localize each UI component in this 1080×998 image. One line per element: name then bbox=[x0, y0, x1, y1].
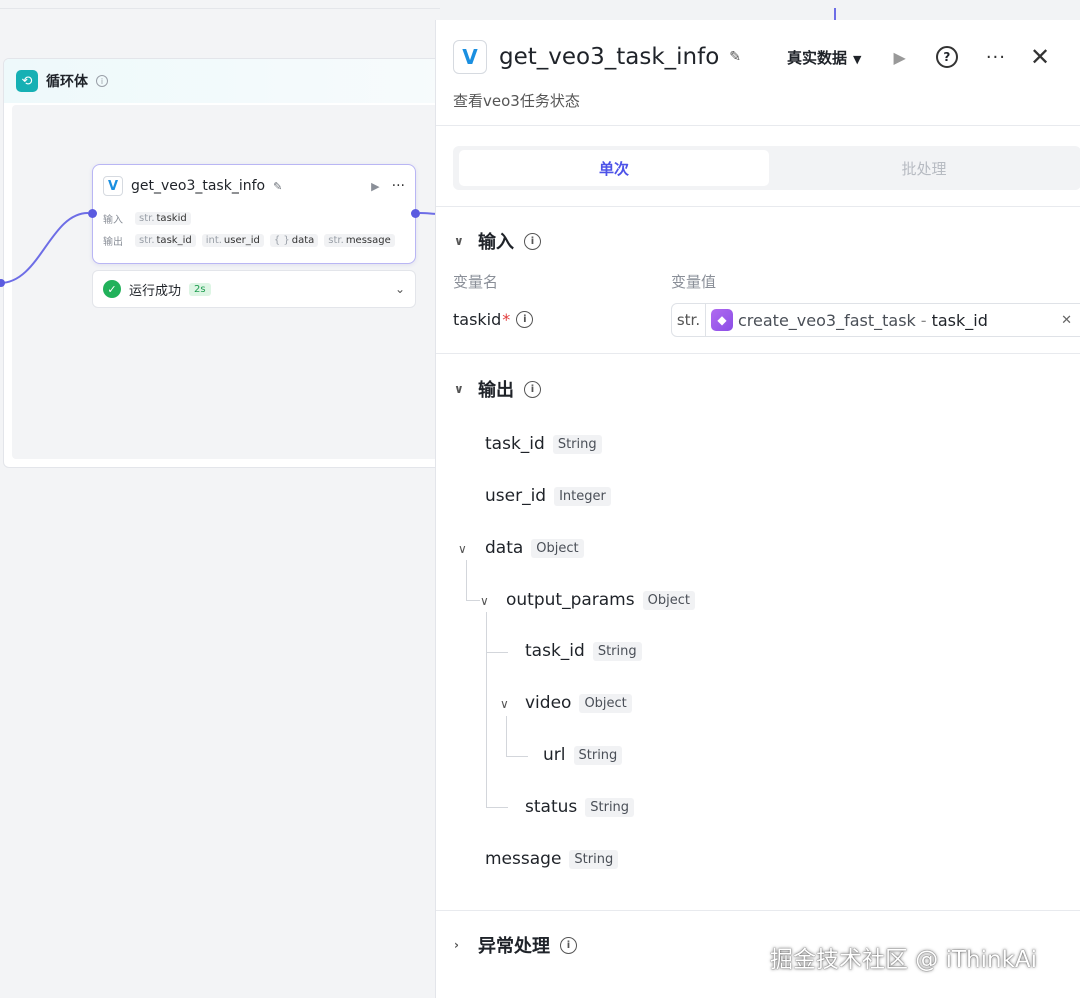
output-chip: str. message bbox=[324, 233, 395, 247]
chevron-down-icon[interactable]: ⌄ bbox=[395, 282, 405, 296]
chevron-down-icon[interactable]: ∨ bbox=[480, 594, 489, 608]
output-field-task-id: task_id String bbox=[485, 434, 602, 454]
help-icon[interactable]: ? bbox=[935, 46, 958, 68]
variable-reference-input[interactable]: str. ◆ create_veo3_fast_task - task_id ✕… bbox=[671, 303, 1080, 337]
edit-icon[interactable]: ✎ bbox=[273, 180, 282, 193]
input-chip: str. taskid bbox=[135, 211, 191, 225]
veo-logo-icon: V bbox=[103, 176, 123, 196]
chevron-down-icon[interactable]: ∨ bbox=[500, 697, 509, 711]
chevron-down-icon[interactable]: ∨ bbox=[454, 382, 468, 396]
close-icon[interactable]: ✕ bbox=[1030, 43, 1050, 71]
run-status-text: 运行成功 bbox=[129, 283, 182, 299]
error-section-header[interactable]: › 异常处理 i bbox=[454, 932, 577, 958]
node-input-row: 输入 str. taskid bbox=[93, 207, 415, 229]
node-get-veo3-task-info[interactable]: V get_veo3_task_info ✎ ▶ ··· 输入 str. task… bbox=[88, 164, 420, 264]
tree-guide bbox=[466, 560, 467, 600]
input-section-title: 输入 bbox=[478, 232, 514, 253]
info-icon[interactable]: i bbox=[516, 311, 534, 328]
chevron-down-icon[interactable]: ∨ bbox=[458, 542, 467, 556]
output-field-video: video Object bbox=[525, 693, 632, 713]
edge-start-port bbox=[0, 279, 5, 287]
cube-icon: ◆ bbox=[711, 309, 733, 331]
output-field-message: message String bbox=[485, 849, 619, 869]
watermark: 掘金技术社区 @ iThinkAi bbox=[770, 947, 1038, 973]
ref-separator: - bbox=[920, 310, 927, 330]
node-detail-panel: V get_veo3_task_info ✎ 真实数据 ▼ ▶ ? ··· ✕ 查… bbox=[435, 20, 1080, 998]
workflow-canvas[interactable]: ⟲ 循环体 i V get_veo3_task_info ✎ ▶ ··· 输入 … bbox=[0, 0, 448, 998]
chevron-down-icon[interactable]: ∨ bbox=[454, 234, 468, 248]
output-chip: int. user_id bbox=[201, 233, 264, 247]
type-badge: String bbox=[552, 434, 602, 454]
tree-guide bbox=[486, 807, 508, 808]
chevron-right-icon[interactable]: › bbox=[454, 938, 468, 952]
output-chip: { } data bbox=[269, 233, 319, 247]
output-chip: str. task_id bbox=[135, 233, 196, 247]
node-output-port[interactable] bbox=[411, 209, 420, 218]
type-badge: Integer bbox=[554, 486, 611, 506]
ref-node-name: create_veo3_fast_task bbox=[738, 310, 916, 330]
output-field-user-id: user_id Integer bbox=[485, 486, 611, 506]
duration-badge: 2s bbox=[189, 282, 211, 296]
type-badge: String bbox=[585, 797, 635, 817]
run-status-card[interactable]: ✓ 运行成功 2s ⌄ bbox=[92, 270, 416, 308]
more-icon[interactable]: ··· bbox=[392, 178, 405, 194]
info-icon[interactable]: i bbox=[524, 380, 541, 398]
output-field-status: status String bbox=[525, 797, 635, 817]
output-row-label: 输出 bbox=[103, 236, 123, 248]
type-badge: String bbox=[573, 745, 623, 765]
tree-guide bbox=[506, 716, 507, 756]
param-taskid: taskid * i bbox=[453, 310, 534, 329]
ref-type-label: str. bbox=[672, 304, 706, 336]
info-icon[interactable]: i bbox=[560, 936, 577, 954]
type-badge: Object bbox=[579, 693, 632, 713]
type-badge: Object bbox=[642, 590, 695, 610]
node-output-row: 输出 str. task_id int. user_id { } data str. m… bbox=[93, 229, 415, 251]
more-icon[interactable]: ··· bbox=[986, 47, 1006, 68]
output-field-output-params: output_params Object bbox=[506, 590, 695, 610]
mode-tabs: 单次 批处理 bbox=[453, 146, 1080, 190]
caret-down-icon: ▼ bbox=[853, 52, 862, 66]
output-field-url: url String bbox=[543, 745, 623, 765]
ref-field-name: task_id bbox=[931, 310, 988, 330]
data-mode-dropdown[interactable]: 真实数据 ▼ bbox=[787, 47, 861, 68]
output-section-title: 输出 bbox=[478, 380, 514, 401]
tree-guide bbox=[466, 600, 480, 601]
divider bbox=[436, 910, 1080, 911]
info-icon[interactable]: i bbox=[524, 232, 541, 250]
run-icon[interactable]: ▶ bbox=[894, 48, 906, 67]
col-var-name: 变量名 bbox=[453, 273, 499, 291]
output-field-task-id-nested: task_id String bbox=[525, 641, 642, 661]
veo-logo-icon: V bbox=[453, 40, 487, 74]
node-title: get_veo3_task_info bbox=[131, 178, 266, 194]
node-input-port[interactable] bbox=[88, 209, 97, 218]
ref-pill[interactable]: ◆ create_veo3_fast_task - task_id bbox=[711, 309, 988, 331]
tree-guide bbox=[506, 756, 528, 757]
incoming-edge bbox=[0, 212, 89, 284]
canvas-edge-top bbox=[834, 8, 836, 20]
clear-icon[interactable]: ✕ bbox=[1061, 313, 1072, 328]
tab-batch[interactable]: 批处理 bbox=[769, 150, 1079, 186]
tree-guide bbox=[486, 652, 508, 653]
success-check-icon: ✓ bbox=[103, 280, 121, 298]
type-badge: String bbox=[592, 641, 642, 661]
tree-guide bbox=[486, 612, 487, 808]
run-icon[interactable]: ▶ bbox=[371, 180, 379, 193]
type-badge: Object bbox=[531, 538, 584, 558]
input-section-header[interactable]: ∨ 输入 i bbox=[454, 228, 541, 254]
col-var-value: 变量值 bbox=[671, 273, 717, 291]
divider bbox=[436, 206, 1080, 207]
output-section-header[interactable]: ∨ 输出 i bbox=[454, 376, 541, 402]
edit-icon[interactable]: ✎ bbox=[729, 49, 741, 65]
tab-single[interactable]: 单次 bbox=[459, 150, 769, 186]
type-badge: String bbox=[569, 849, 619, 869]
panel-title[interactable]: get_veo3_task_info bbox=[499, 44, 719, 70]
error-section-title: 异常处理 bbox=[478, 936, 550, 957]
output-field-data: data Object bbox=[485, 538, 584, 558]
node-header[interactable]: V get_veo3_task_info ✎ ▶ ··· bbox=[93, 165, 415, 207]
panel-header: V get_veo3_task_info ✎ 真实数据 ▼ ▶ ? ··· ✕ 查… bbox=[436, 20, 1080, 126]
input-row-label: 输入 bbox=[103, 214, 123, 226]
panel-description[interactable]: 查看veo3任务状态 bbox=[453, 90, 580, 111]
divider bbox=[436, 353, 1080, 354]
